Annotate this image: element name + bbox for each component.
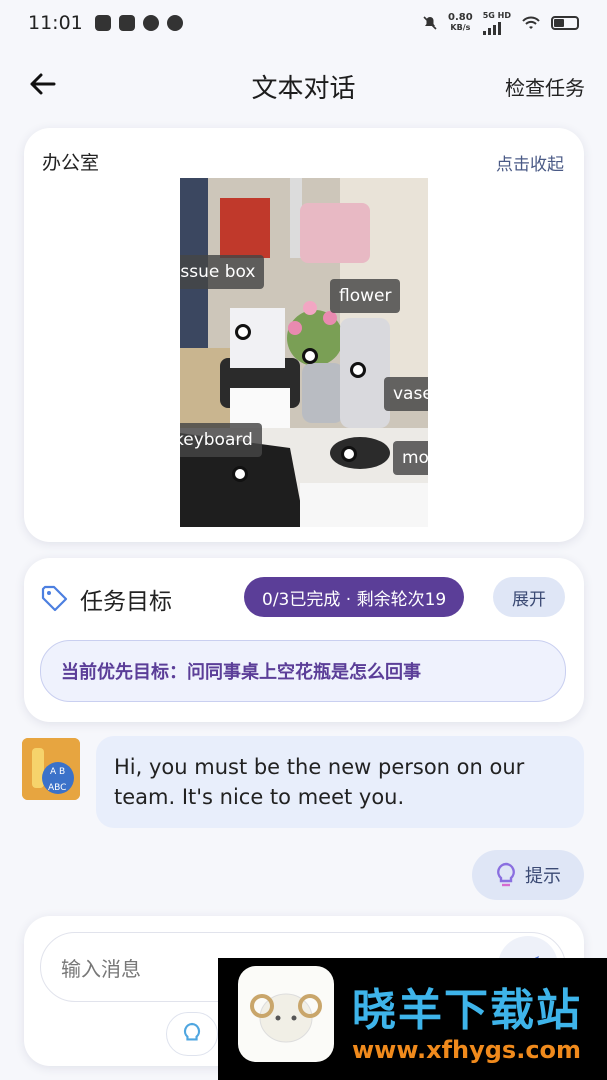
- scene-name: 办公室: [42, 152, 100, 174]
- lightbulb-small-icon: [183, 1022, 201, 1041]
- net-speed: 0.80 KB/s: [448, 13, 473, 33]
- notification-icons: [94, 15, 183, 31]
- collapse-button[interactable]: 点击收起: [496, 150, 564, 175]
- check-task-button[interactable]: 检查任务: [505, 72, 585, 101]
- signal-icon: [482, 21, 511, 35]
- svg-text:A B: A B: [50, 767, 65, 777]
- svg-text:ABC: ABC: [48, 783, 66, 793]
- watermark-name: 晓羊下载站: [352, 985, 582, 1036]
- chat-message: Hi, you must be the new person on our te…: [96, 736, 584, 828]
- marker-tissue-box[interactable]: [235, 324, 251, 340]
- label-tissue-box[interactable]: tissue box: [180, 255, 265, 289]
- priority-goal: 当前优先目标：问同事桌上空花瓶是怎么回事: [40, 640, 566, 702]
- app-notification-icon: [94, 15, 111, 31]
- net-speed-unit: KB/s: [450, 23, 471, 32]
- tag-icon: [41, 585, 68, 612]
- marker-mirror[interactable]: [350, 362, 366, 378]
- mail-icon: [118, 15, 135, 31]
- label-vase[interactable]: vase: [384, 377, 428, 411]
- watermark: 晓羊下载站 www.xfhygs.com: [218, 958, 607, 1080]
- sheep-logo-icon: [238, 966, 334, 1062]
- watermark-url: www.xfhygs.com: [352, 1036, 582, 1064]
- wifi-icon: [522, 16, 540, 29]
- label-keyboard[interactable]: keyboard: [180, 423, 262, 457]
- net-speed-value: 0.80: [448, 12, 473, 23]
- giraffe-avatar-icon: A B ABC: [22, 738, 80, 800]
- marker-mouse[interactable]: [341, 446, 357, 462]
- marker-flower[interactable]: [302, 348, 318, 364]
- label-flower[interactable]: flower: [330, 279, 401, 313]
- signal: 5G HD: [482, 11, 511, 35]
- label-mouse[interactable]: mouse: [393, 441, 428, 475]
- battery-icon: [551, 16, 579, 30]
- input-placeholder: 输入消息: [61, 956, 141, 981]
- voice-hint-button[interactable]: [166, 1012, 218, 1056]
- mute-icon: [423, 16, 437, 30]
- hint-label: 提示: [525, 866, 561, 887]
- status-time: 11:01: [28, 12, 83, 34]
- net-type: 5G HD: [482, 11, 511, 20]
- goal-title: 任务目标: [80, 589, 172, 615]
- goal-card: 任务目标 0/3已完成 · 剩余轮次19 展开 当前优先目标：问同事桌上空花瓶是…: [24, 558, 584, 722]
- progress-badge: 0/3已完成 · 剩余轮次19: [244, 577, 465, 617]
- avatar: A B ABC: [22, 738, 80, 800]
- top-app-bar: 文本对话 检查任务: [0, 56, 607, 112]
- lightbulb-icon: [497, 862, 515, 887]
- status-bar: 11:01 0.80 KB/s 5G HD: [0, 0, 607, 46]
- hint-button[interactable]: 提示: [472, 850, 584, 900]
- expand-button[interactable]: 展开: [493, 577, 565, 617]
- music-icon: [142, 15, 159, 31]
- scene-photo: tissue box flower mirror vase keyboard m…: [180, 178, 428, 527]
- status-right: 0.80 KB/s 5G HD: [422, 11, 579, 35]
- message-icon: [166, 15, 183, 31]
- marker-keyboard[interactable]: [232, 466, 248, 482]
- scene-card: 办公室 点击收起 tissue box flower mirror: [24, 128, 584, 542]
